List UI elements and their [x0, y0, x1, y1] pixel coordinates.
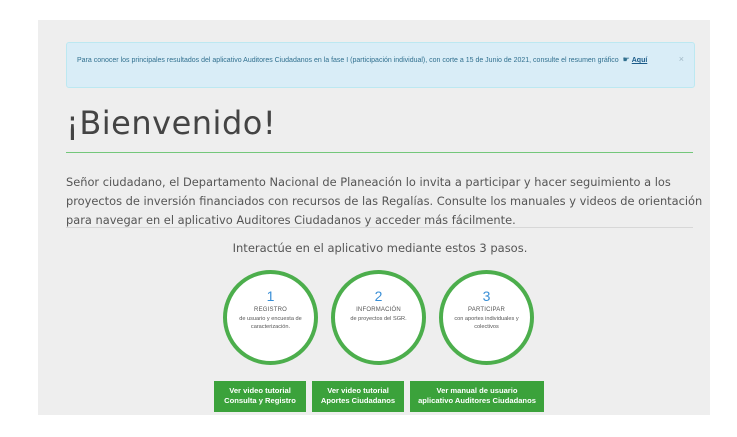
button-line: Consulta y Registro [224, 396, 296, 405]
button-line: Ver video tutorial [327, 386, 389, 395]
step-number: 1 [266, 288, 275, 304]
button-line: aplicativo Auditores Ciudadanos [418, 396, 536, 405]
button-line: Aportes Ciudadanos [320, 396, 396, 405]
alert-text: Para conocer los principales resultados … [77, 57, 619, 64]
step-number: 3 [482, 288, 491, 304]
step-number: 2 [374, 288, 383, 304]
title-divider [66, 152, 693, 153]
step-label: INFORMACIÓN [356, 307, 401, 313]
step-description: de proyectos del SGR. [350, 316, 407, 322]
steps-heading: Interactúe en el aplicativo mediante est… [232, 241, 528, 255]
step-label: PARTICIPAR [467, 307, 505, 313]
intro-divider [66, 227, 693, 228]
step-label: REGISTRO [254, 307, 287, 313]
video-tutorial-registro-button[interactable]: Ver video tutorial Consulta y Registro [214, 381, 306, 412]
info-alert: Para conocer los principales resultados … [66, 42, 695, 88]
video-tutorial-aportes-button[interactable]: Ver video tutorial Aportes Ciudadanos [312, 381, 404, 412]
user-manual-button[interactable]: Ver manual de usuario aplicativo Auditor… [410, 381, 544, 412]
step-circle-informacion: 2 INFORMACIÓN de proyectos del SGR. [331, 270, 426, 365]
intro-text: Señor ciudadano, el Departamento Naciona… [66, 175, 703, 228]
page-title: ¡Bienvenido! [66, 104, 277, 142]
step-description: de usuario y encuesta de caracterización… [239, 316, 302, 330]
step-description: con aportes individuales y colectivos [454, 316, 519, 330]
close-icon[interactable]: × [679, 54, 684, 65]
pointing-hand-icon: ☛ [622, 55, 630, 64]
step-circle-registro: 1 REGISTRO de usuario y encuesta de cara… [223, 270, 318, 365]
step-circle-participar: 3 PARTICIPAR con aportes individuales y … [439, 270, 534, 365]
button-line: Ver video tutorial [229, 386, 291, 395]
alert-link[interactable]: Aquí [632, 57, 648, 64]
button-line: Ver manual de usuario [436, 386, 518, 395]
